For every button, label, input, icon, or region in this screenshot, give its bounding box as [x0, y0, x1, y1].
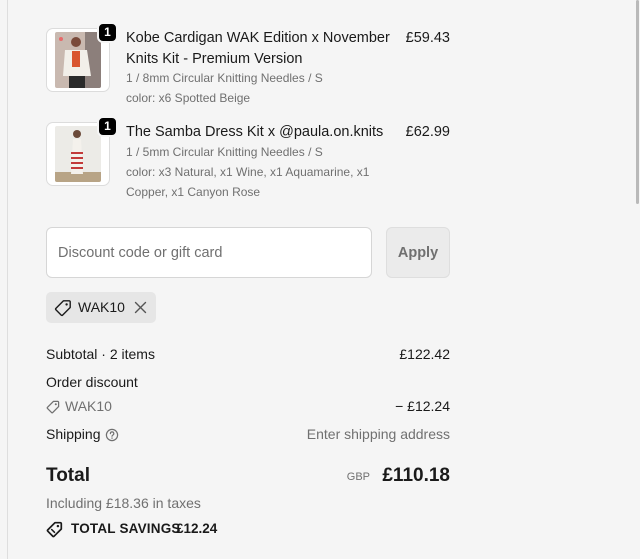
order-discount-label: Order discount — [46, 374, 138, 390]
total-savings-value: £12.24 — [176, 521, 218, 536]
remove-discount-close-icon[interactable] — [133, 300, 148, 315]
product-color-continued: Copper, x1 Canyon Rose — [126, 185, 261, 199]
product-thumbnail: 1 — [46, 22, 118, 92]
subtotal-label: Subtotal · 2 items — [46, 346, 155, 362]
product-title: The Samba Dress Kit x @paula.on.knits — [126, 124, 384, 140]
product-image-dress — [55, 126, 101, 182]
taxes-note: Including £18.36 in taxes — [46, 495, 201, 511]
product-image-cardigan — [55, 32, 101, 88]
currency-code: GBP — [346, 471, 370, 483]
order-discount-code-text: WAK10 — [65, 398, 112, 414]
shipping-label: Shipping — [46, 426, 101, 442]
subtotal-value: £122.42 — [399, 346, 450, 362]
product-color: color: x3 Natural, x1 Wine, x1 Aquamarin… — [126, 165, 370, 179]
discount-code-input[interactable] — [46, 227, 372, 278]
product-variant: 1 / 5mm Circular Knitting Needles / S — [126, 145, 323, 159]
applied-code-text: WAK10 — [78, 299, 125, 315]
panel-divider — [7, 0, 8, 559]
tag-icon — [46, 400, 60, 414]
product-color: color: x6 Spotted Beige — [126, 91, 251, 105]
product-thumbnail: 1 — [46, 116, 118, 186]
scrollbar[interactable] — [636, 0, 640, 559]
scrollbar-thumb[interactable] — [636, 0, 639, 204]
shipping-value: Enter shipping address — [306, 426, 450, 442]
product-price: £59.43 — [405, 30, 450, 46]
total-label: Total — [46, 465, 90, 486]
product-price: £62.99 — [405, 124, 450, 140]
quantity-badge: 1 — [97, 22, 118, 43]
total-savings-label: TOTAL SAVINGS — [71, 521, 181, 536]
order-discount-value: − £12.24 — [395, 398, 450, 414]
quantity-badge: 1 — [97, 116, 118, 137]
product-variant: 1 / 8mm Circular Knitting Needles / S — [126, 71, 323, 85]
applied-discount-chip: WAK10 — [46, 292, 156, 323]
product-title: Kobe Cardigan WAK Edition x November Kni… — [126, 30, 390, 67]
total-value: £110.18 — [382, 465, 450, 486]
savings-tag-icon — [46, 521, 63, 538]
shipping-help-icon[interactable] — [105, 428, 119, 442]
tag-icon — [54, 300, 71, 317]
apply-discount-button[interactable]: Apply — [386, 227, 450, 278]
